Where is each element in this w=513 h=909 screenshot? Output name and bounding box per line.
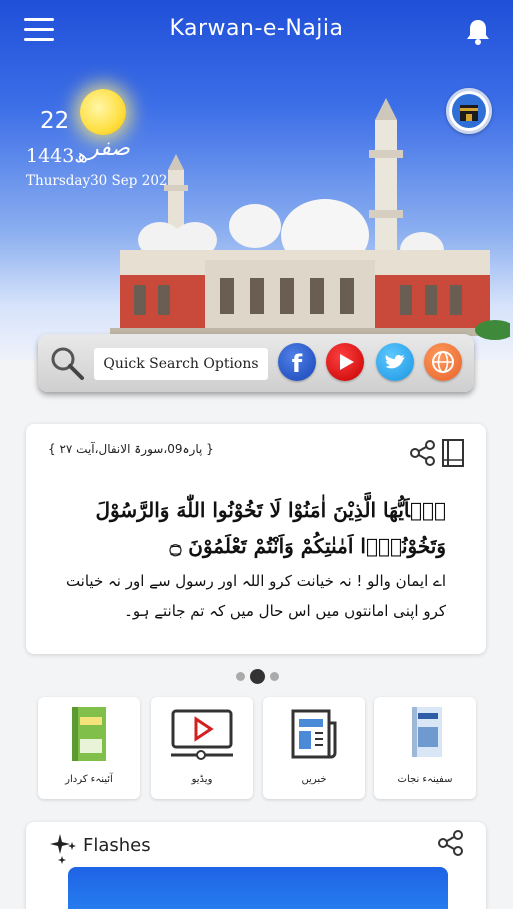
tile-news[interactable]: خبریں bbox=[263, 697, 365, 799]
share-icon[interactable] bbox=[436, 828, 466, 858]
ayah-urdu-translation: اے ایمان والو ! نہ خیانت کرو اللہ اور رس… bbox=[65, 572, 446, 620]
website-icon[interactable] bbox=[424, 343, 462, 381]
quick-search-bar: Quick Search Options f bbox=[38, 334, 474, 392]
tile-label: آئینہء کردار bbox=[65, 774, 113, 785]
svg-text:f: f bbox=[292, 350, 303, 378]
newspaper-icon bbox=[291, 709, 337, 759]
facebook-icon[interactable]: f bbox=[278, 343, 316, 381]
notification-bell-icon[interactable] bbox=[462, 16, 494, 48]
sparkle-icon bbox=[50, 834, 76, 864]
share-icon[interactable] bbox=[408, 438, 438, 468]
tile-label: خبریں bbox=[301, 774, 327, 785]
ayah-reference: { پارہ09،سورۃ الانفال،آیت ۲۷ } bbox=[48, 442, 214, 456]
flashes-card: Flashes bbox=[26, 822, 486, 909]
tile-label: ویڈیو bbox=[191, 774, 213, 785]
video-icon bbox=[171, 709, 233, 760]
quran-book-icon[interactable] bbox=[440, 438, 466, 468]
carousel-dot[interactable] bbox=[270, 672, 279, 681]
app-title: Karwan-e-Najia bbox=[169, 16, 344, 41]
youtube-icon[interactable] bbox=[326, 343, 364, 381]
tile-aaina-e-kirdar[interactable]: آئینہء کردار bbox=[38, 697, 140, 799]
hero-header: Karwan-e-Najia 22 صفر 1443ھ Thursday30 S… bbox=[0, 0, 513, 360]
tile-label: سفینہء نجات bbox=[397, 774, 453, 785]
twitter-icon[interactable] bbox=[376, 343, 414, 381]
carousel-dot-active[interactable] bbox=[250, 669, 265, 684]
book-cover-icon bbox=[72, 707, 106, 761]
tile-video[interactable]: ویڈیو bbox=[151, 697, 253, 799]
ayah-card: { پارہ09،سورۃ الانفال،آیت ۲۷ } يٰۤاَيُّه… bbox=[26, 424, 486, 654]
carousel-indicator bbox=[236, 669, 282, 684]
hijri-year: 1443ھ bbox=[26, 145, 88, 167]
hijri-day: 22 bbox=[40, 108, 70, 134]
quick-search-button[interactable]: Quick Search Options bbox=[94, 348, 268, 380]
home-screen: Karwan-e-Najia 22 صفر 1443ھ Thursday30 S… bbox=[0, 0, 513, 909]
flashes-title: Flashes bbox=[83, 835, 151, 856]
kaaba-icon[interactable] bbox=[446, 88, 492, 134]
search-icon[interactable] bbox=[48, 344, 86, 382]
ayah-arabic-text: يٰۤاَيُّهَا الَّذِيْنَ اٰمَنُوْا لَا تَخ… bbox=[95, 498, 446, 558]
tile-safina-e-najat[interactable]: سفینہء نجات bbox=[374, 697, 476, 799]
book-icon bbox=[412, 707, 442, 757]
flash-banner[interactable] bbox=[68, 867, 448, 909]
carousel-dot[interactable] bbox=[236, 672, 245, 681]
top-app-bar: Karwan-e-Najia bbox=[0, 0, 513, 62]
